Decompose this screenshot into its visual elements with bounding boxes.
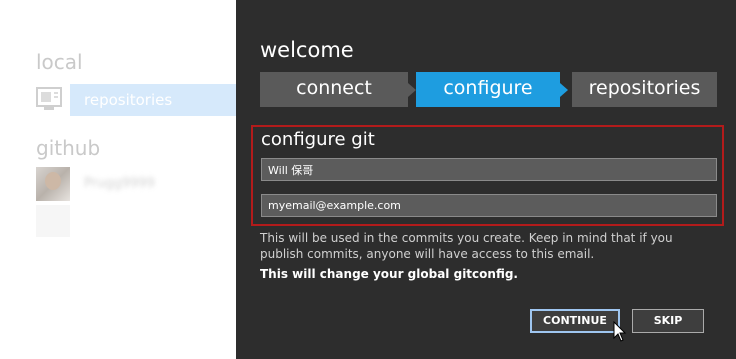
sidebar-item-label: repositories [84,91,173,109]
monitor-icon [36,87,62,110]
sidebar: local repositories github Prugg9999 [0,0,236,359]
step-connect[interactable]: connect [260,72,408,107]
warning-text: This will change your global gitconfig. [260,267,518,281]
avatar [36,167,70,201]
github-username[interactable]: Prugg9999 [84,176,155,191]
mouse-cursor-icon [613,321,627,342]
name-field[interactable] [261,158,717,181]
sidebar-heading-github: github [36,136,101,160]
wizard-steps: connect configure repositories [260,72,717,107]
description-text: This will be used in the commits you cre… [260,231,673,261]
sidebar-heading-local: local [36,50,83,74]
sidebar-item-repositories[interactable]: repositories [70,84,236,116]
step-arrow-icon [560,83,568,97]
skip-button[interactable]: SKIP [632,309,704,333]
email-field[interactable] [261,194,717,217]
step-configure[interactable]: configure [416,72,560,107]
step-repositories[interactable]: repositories [572,72,717,107]
dialog-title: welcome [260,38,354,62]
section-title: configure git [261,129,375,150]
continue-button[interactable]: CONTINUE [530,309,620,333]
welcome-dialog: welcome connect configure repositories c… [236,0,736,359]
configure-git-section: configure git [251,125,724,226]
sidebar-placeholder [36,205,70,237]
step-arrow-icon [408,83,416,97]
